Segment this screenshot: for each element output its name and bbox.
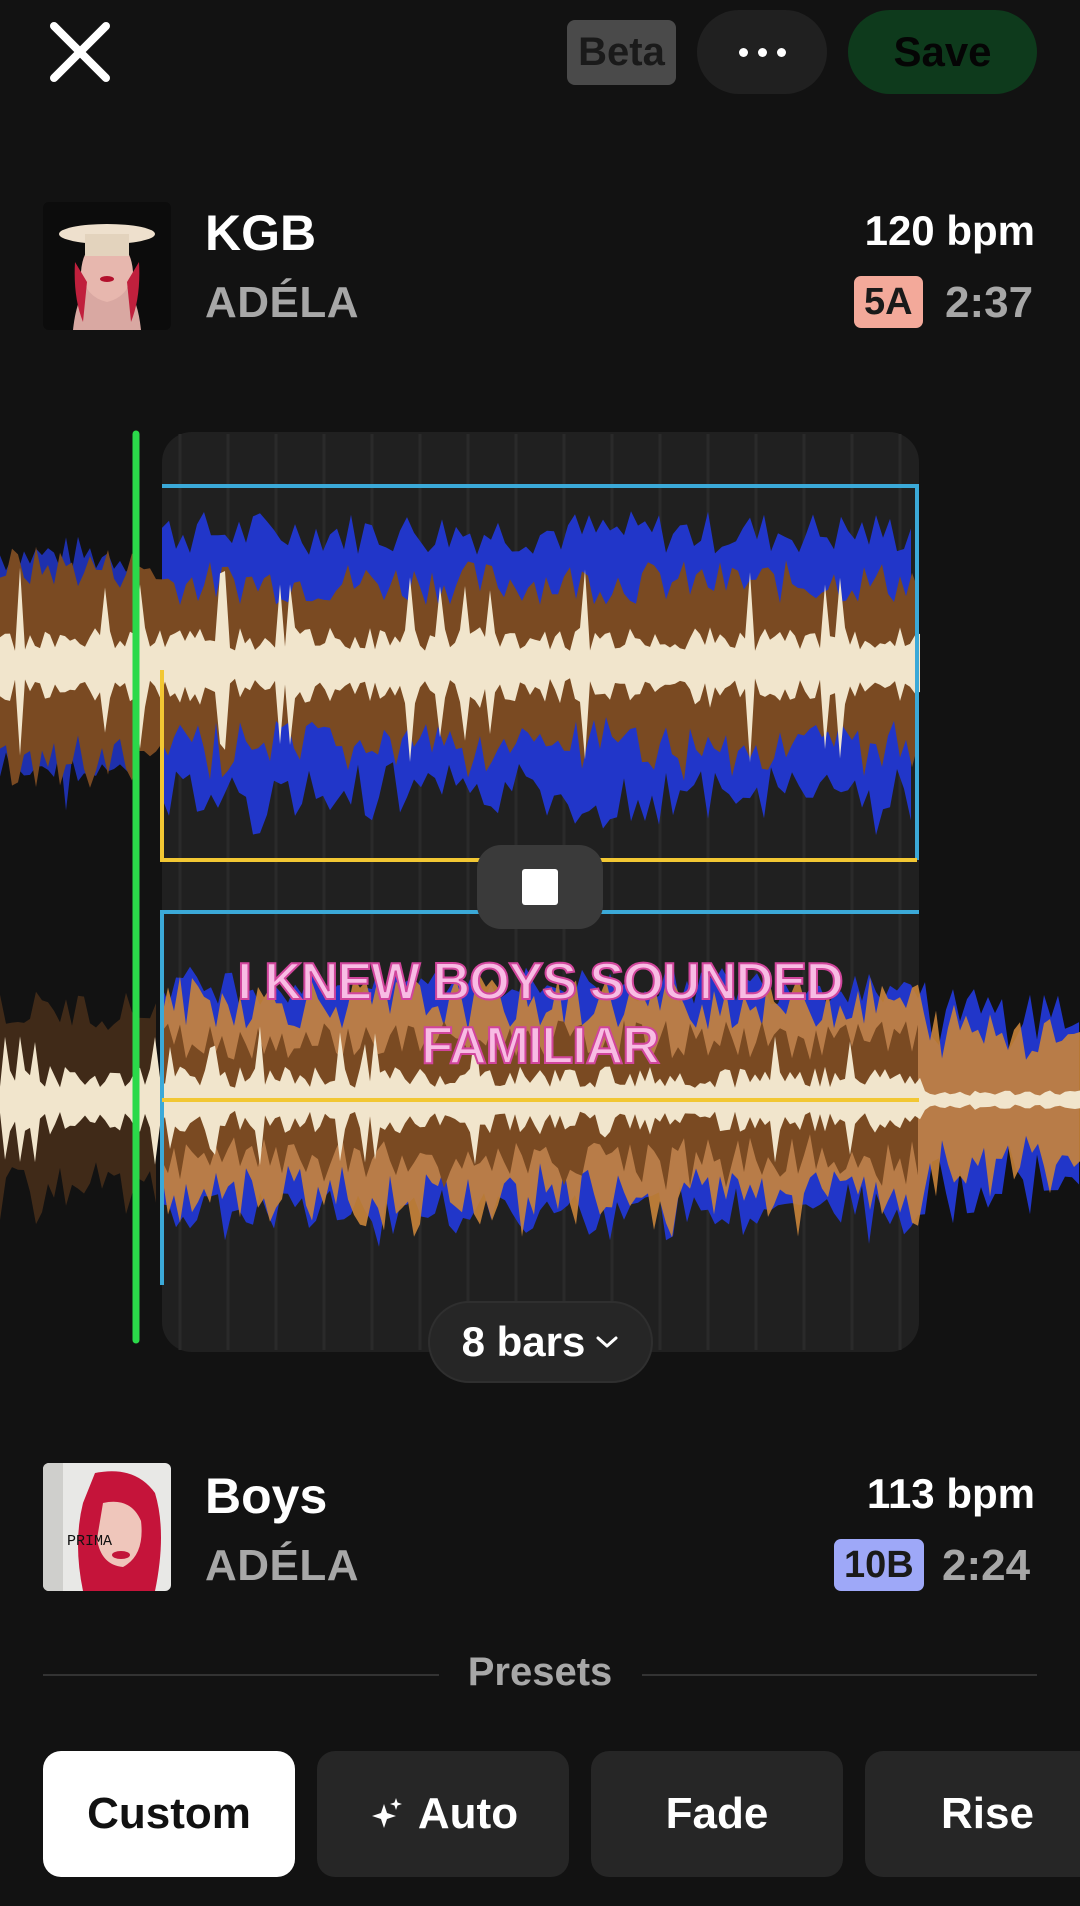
presets-heading: Presets xyxy=(467,1650,613,1694)
track-b-title: Boys xyxy=(205,1468,328,1524)
track-a-artist: ADÉLA xyxy=(205,278,360,327)
chevron-down-icon xyxy=(596,1336,618,1348)
track-b-artist: ADÉLA xyxy=(205,1541,360,1590)
preset-custom[interactable]: Custom xyxy=(43,1751,295,1877)
track-b-duration: 2:24 xyxy=(942,1541,1031,1590)
lyric-overlay: I KNEW BOYS SOUNDED FAMILIAR xyxy=(236,952,844,1076)
sparkle-icon xyxy=(371,1798,402,1828)
more-icon xyxy=(738,47,748,57)
preset-fade[interactable]: Fade xyxy=(591,1751,843,1877)
track-b-cover: PRIMA xyxy=(43,1463,171,1591)
bars-selector[interactable]: 8 bars xyxy=(428,1301,653,1383)
track-a-cover xyxy=(43,202,171,330)
track-b-cover-text: PRIMA xyxy=(67,1533,112,1550)
beta-badge: Beta xyxy=(567,20,676,85)
track-a-duration: 2:37 xyxy=(945,278,1034,327)
preset-rise[interactable]: Rise xyxy=(865,1751,1080,1877)
track-a-bpm: 120 bpm xyxy=(864,207,1035,254)
preset-auto[interactable]: Auto xyxy=(317,1751,569,1877)
track-b-bpm: 113 bpm xyxy=(866,1470,1035,1517)
bars-selector-label: 8 bars xyxy=(461,1318,586,1365)
close-icon xyxy=(50,22,110,82)
track-b-key-badge: 10B xyxy=(834,1539,924,1591)
presets-divider-right xyxy=(642,1674,1037,1676)
close-button[interactable] xyxy=(40,12,120,92)
more-options-button[interactable] xyxy=(697,10,827,94)
track-a-key-badge: 5A xyxy=(854,276,923,328)
track-a-title: KGB xyxy=(205,205,317,261)
stop-button[interactable] xyxy=(477,845,603,929)
presets-divider-left xyxy=(43,1674,439,1676)
save-button[interactable]: Save xyxy=(848,10,1037,94)
stop-icon xyxy=(522,869,558,905)
